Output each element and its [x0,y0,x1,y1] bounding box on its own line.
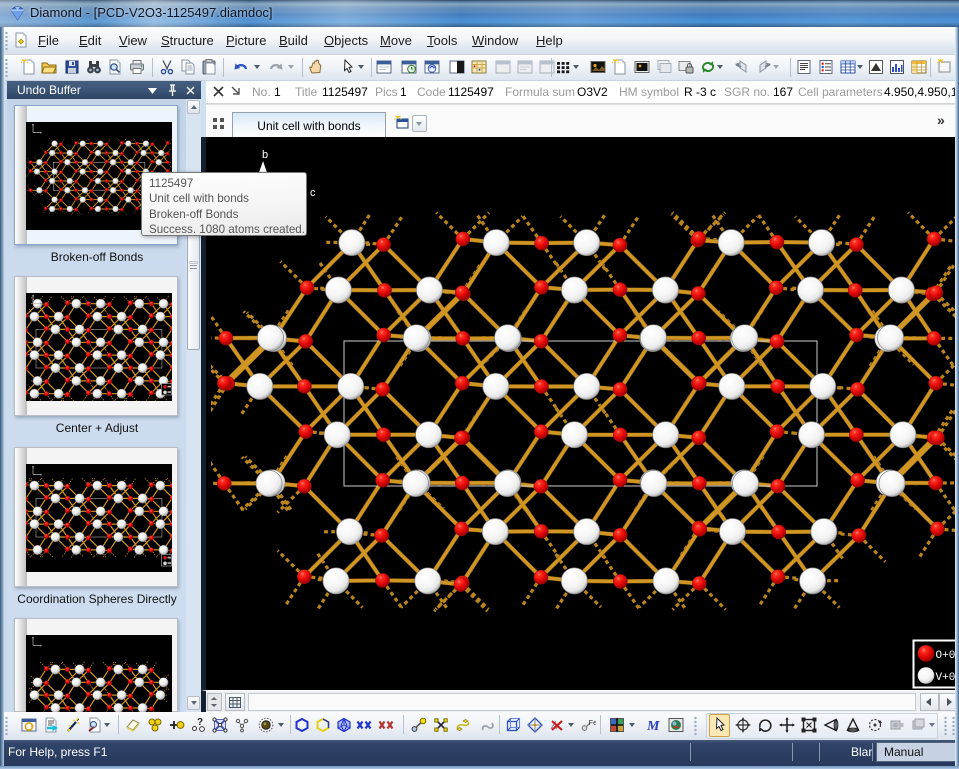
svg-text:M: M [646,719,660,733]
svg-text:b: b [262,149,268,161]
svg-text:?: ? [197,717,203,728]
svg-text:Fe: Fe [589,718,597,727]
svg-text:c: c [310,187,316,199]
svg-text:O+0: O+0 [936,650,956,662]
svg-text:V+0: V+0 [936,672,956,684]
